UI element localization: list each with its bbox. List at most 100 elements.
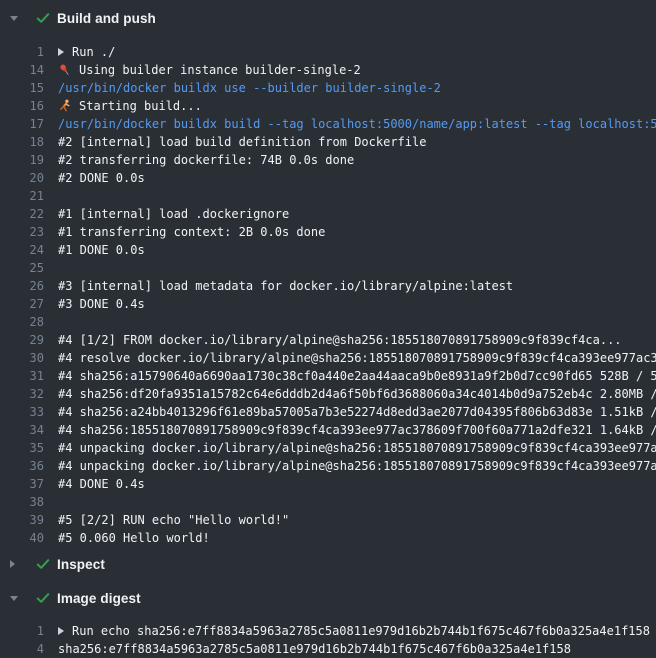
log-line: 39 #5 [2/2] RUN echo "Hello world!"	[0, 511, 656, 529]
run-group-toggle[interactable]: Run ./	[58, 43, 115, 61]
log-text-content: #2 DONE 0.0s	[58, 169, 145, 187]
log-line: 36 #4 unpacking docker.io/library/alpine@…	[0, 457, 656, 475]
line-number[interactable]: 4	[0, 640, 44, 658]
line-number[interactable]: 30	[0, 349, 44, 367]
line-number[interactable]: 22	[0, 205, 44, 223]
log-text: #4 sha256:df20fa9351a15782c64e6dddb2d4a6…	[58, 385, 656, 403]
line-number[interactable]: 35	[0, 439, 44, 457]
log-text-content: #5 [2/2] RUN echo "Hello world!"	[58, 511, 289, 529]
log-text: sha256:e7ff8834a5963a2785c5a0811e979d16b…	[58, 640, 571, 658]
log-text-command: /usr/bin/docker buildx build --tag local…	[58, 115, 656, 133]
expand-arrow-icon	[58, 627, 64, 635]
log-line: 35 #4 unpacking docker.io/library/alpine@…	[0, 439, 656, 457]
log-text: #4 unpacking docker.io/library/alpine@sh…	[58, 457, 656, 475]
log-text-content: #1 [internal] load .dockerignore	[58, 205, 289, 223]
log-line: 38	[0, 493, 656, 511]
runner-icon	[58, 99, 72, 113]
log-line: 22 #1 [internal] load .dockerignore	[0, 205, 656, 223]
log-text-content: #4 unpacking docker.io/library/alpine@sh…	[58, 457, 656, 475]
section-title: Image digest	[57, 591, 141, 606]
check-icon	[35, 556, 57, 572]
log-line: 33 #4 sha256:a24bb4013296f61e89ba57005a7b…	[0, 403, 656, 421]
section-build-and-push: Build and push 1 Run ./ 14 Using builder ins…	[0, 0, 656, 547]
log-text: #2 transferring dockerfile: 74B 0.0s don…	[58, 151, 354, 169]
line-number[interactable]: 21	[0, 187, 44, 205]
log-text: #5 [2/2] RUN echo "Hello world!"	[58, 511, 289, 529]
line-number[interactable]: 24	[0, 241, 44, 259]
log-text: #3 DONE 0.4s	[58, 295, 145, 313]
line-number[interactable]: 31	[0, 367, 44, 385]
log-line: 37 #4 DONE 0.4s	[0, 475, 656, 493]
log-line: 24 #1 DONE 0.0s	[0, 241, 656, 259]
log-text-content: #2 [internal] load build definition from…	[58, 133, 426, 151]
log-text-content: #4 sha256:a24bb4013296f61e89ba57005a7b3e…	[58, 403, 656, 421]
line-number[interactable]: 27	[0, 295, 44, 313]
line-number[interactable]: 37	[0, 475, 44, 493]
log-text: #4 sha256:a24bb4013296f61e89ba57005a7b3e…	[58, 403, 656, 421]
line-number[interactable]: 14	[0, 61, 44, 79]
log-text-content: Using builder instance builder-single-2	[79, 61, 361, 79]
line-number[interactable]: 36	[0, 457, 44, 475]
log-text-content: Run ./	[72, 43, 115, 61]
log-line: 29#4 [1/2] FROM docker.io/library/alpine…	[0, 331, 656, 349]
log-text: #4 sha256:a15790640a6690aa1730c38cf0a440…	[58, 367, 656, 385]
log-text: Starting build...	[58, 97, 202, 115]
line-number[interactable]: 1	[0, 43, 44, 61]
log-text: #1 transferring context: 2B 0.0s done	[58, 223, 325, 241]
log-text-content: #1 transferring context: 2B 0.0s done	[58, 223, 325, 241]
line-number[interactable]: 40	[0, 529, 44, 547]
log-line: 40 #5 0.060 Hello world!	[0, 529, 656, 547]
line-number[interactable]: 29	[0, 331, 44, 349]
log-text: #4 resolve docker.io/library/alpine@sha2…	[58, 349, 656, 367]
log-text-content: #1 DONE 0.0s	[58, 241, 145, 259]
run-group-toggle[interactable]: Run echo sha256:e7ff8834a5963a2785c5a081…	[58, 622, 650, 640]
section-title: Inspect	[57, 557, 105, 572]
log-text-content: #3 DONE 0.4s	[58, 295, 145, 313]
line-number[interactable]: 32	[0, 385, 44, 403]
log-line: 16 Starting build...	[0, 97, 656, 115]
check-icon	[35, 10, 57, 26]
log-line: 18 #2 [internal] load build definition fr…	[0, 133, 656, 151]
log-line: 34#4 sha256:185518070891758909c9f839cf4c…	[0, 421, 656, 439]
line-number[interactable]: 38	[0, 493, 44, 511]
line-number[interactable]: 20	[0, 169, 44, 187]
line-number[interactable]: 26	[0, 277, 44, 295]
log-line: 4 sha256:e7ff8834a5963a2785c5a0811e979d16…	[0, 640, 656, 658]
log-text-content: /usr/bin/docker buildx build --tag local…	[58, 115, 656, 133]
line-number[interactable]: 33	[0, 403, 44, 421]
section-header-inspect[interactable]: Inspect	[0, 547, 656, 581]
line-number[interactable]: 34	[0, 421, 44, 439]
log-line: 1 Run echo sha256:e7ff8834a5963a2785c5a08…	[0, 622, 656, 640]
log-text-content: #3 [internal] load metadata for docker.i…	[58, 277, 513, 295]
section-header-build-and-push[interactable]: Build and push	[0, 0, 656, 36]
log-text: Using builder instance builder-single-2	[58, 61, 361, 79]
line-number[interactable]: 19	[0, 151, 44, 169]
log-line: 27 #3 DONE 0.4s	[0, 295, 656, 313]
log-line: 26 #3 [internal] load metadata for docker…	[0, 277, 656, 295]
log-line: 30 #4 resolve docker.io/library/alpine@sh…	[0, 349, 656, 367]
section-title: Build and push	[57, 11, 156, 26]
line-number[interactable]: 25	[0, 259, 44, 277]
line-number[interactable]: 18	[0, 133, 44, 151]
log-line: 15/usr/bin/docker buildx use --builder b…	[0, 79, 656, 97]
log-text-content: Run echo sha256:e7ff8834a5963a2785c5a081…	[72, 622, 650, 640]
log-line: 14 Using builder instance builder-single-…	[0, 61, 656, 79]
line-number[interactable]: 39	[0, 511, 44, 529]
log-text-content: #5 0.060 Hello world!	[58, 529, 210, 547]
log-line: 20 #2 DONE 0.0s	[0, 169, 656, 187]
log-text: #4 DONE 0.4s	[58, 475, 145, 493]
line-number[interactable]: 16	[0, 97, 44, 115]
pin-icon	[58, 63, 72, 77]
workflow-log-viewer: Build and push1Run ./14Using builder ins…	[0, 0, 656, 658]
line-number[interactable]: 15	[0, 79, 44, 97]
log-line: 19 #2 transferring dockerfile: 74B 0.0s d…	[0, 151, 656, 169]
line-number[interactable]: 17	[0, 115, 44, 133]
log-text-content: sha256:e7ff8834a5963a2785c5a0811e979d16b…	[58, 640, 571, 658]
line-number[interactable]: 23	[0, 223, 44, 241]
line-number[interactable]: 1	[0, 622, 44, 640]
log-text: #2 [internal] load build definition from…	[58, 133, 426, 151]
chevron-down-icon	[10, 16, 35, 21]
section-header-image-digest[interactable]: Image digest	[0, 581, 656, 615]
line-number[interactable]: 28	[0, 313, 44, 331]
log-text: #4 unpacking docker.io/library/alpine@sh…	[58, 439, 656, 457]
